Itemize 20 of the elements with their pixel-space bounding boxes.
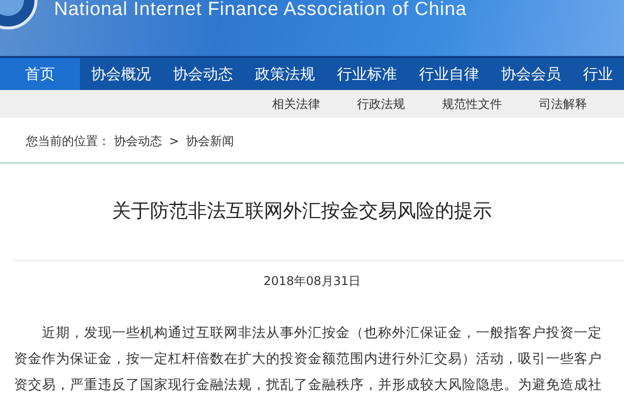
breadcrumb-label: 您当前的位置： xyxy=(26,132,110,150)
subnav-link[interactable]: 相关法律 xyxy=(272,96,320,112)
article-paragraph: 近期，发现一些机构通过互联网非法从事外汇按金（也称外汇保证金，一般指客户投资一定 资金作为保证金，按一定杠杆倍数在扩大的投资金额范围内进行外汇交易）活动，吸引一些客户 资交易，严重违反了国家现行金融法规，扰乱了金融秩序，并形成较大风险隐患。为避免造成社 xyxy=(13,324,603,395)
nav-tab[interactable]: 首页 xyxy=(0,58,80,90)
nav-tab[interactable]: 政策法规 xyxy=(244,58,326,90)
nav-tab[interactable]: 行业标准 xyxy=(326,58,408,90)
subnav-link[interactable]: 司法解释 xyxy=(539,96,587,112)
article-date: 2018年08月31日 xyxy=(262,273,362,290)
nav-tab[interactable]: 行业自律 xyxy=(408,58,490,90)
breadcrumb-link[interactable]: 协会新闻 xyxy=(186,132,234,150)
subnav-link[interactable]: 行政法规 xyxy=(357,96,405,112)
breadcrumb-link[interactable]: 协会动态 xyxy=(114,132,162,150)
nav-tab[interactable]: 协会动态 xyxy=(162,58,244,90)
nav-tab[interactable]: 协会会员 xyxy=(490,58,572,90)
subnav-link[interactable]: 规范性文件 xyxy=(442,96,502,112)
nav-tab[interactable]: 行业 xyxy=(572,58,624,90)
nav-tab[interactable]: 协会概况 xyxy=(80,58,162,90)
article-title: 关于防范非法互联网外汇按金交易风险的提示 xyxy=(112,199,493,224)
breadcrumb-separator: > xyxy=(169,134,180,148)
site-title: National Internet Finance Association of China xyxy=(54,0,467,20)
